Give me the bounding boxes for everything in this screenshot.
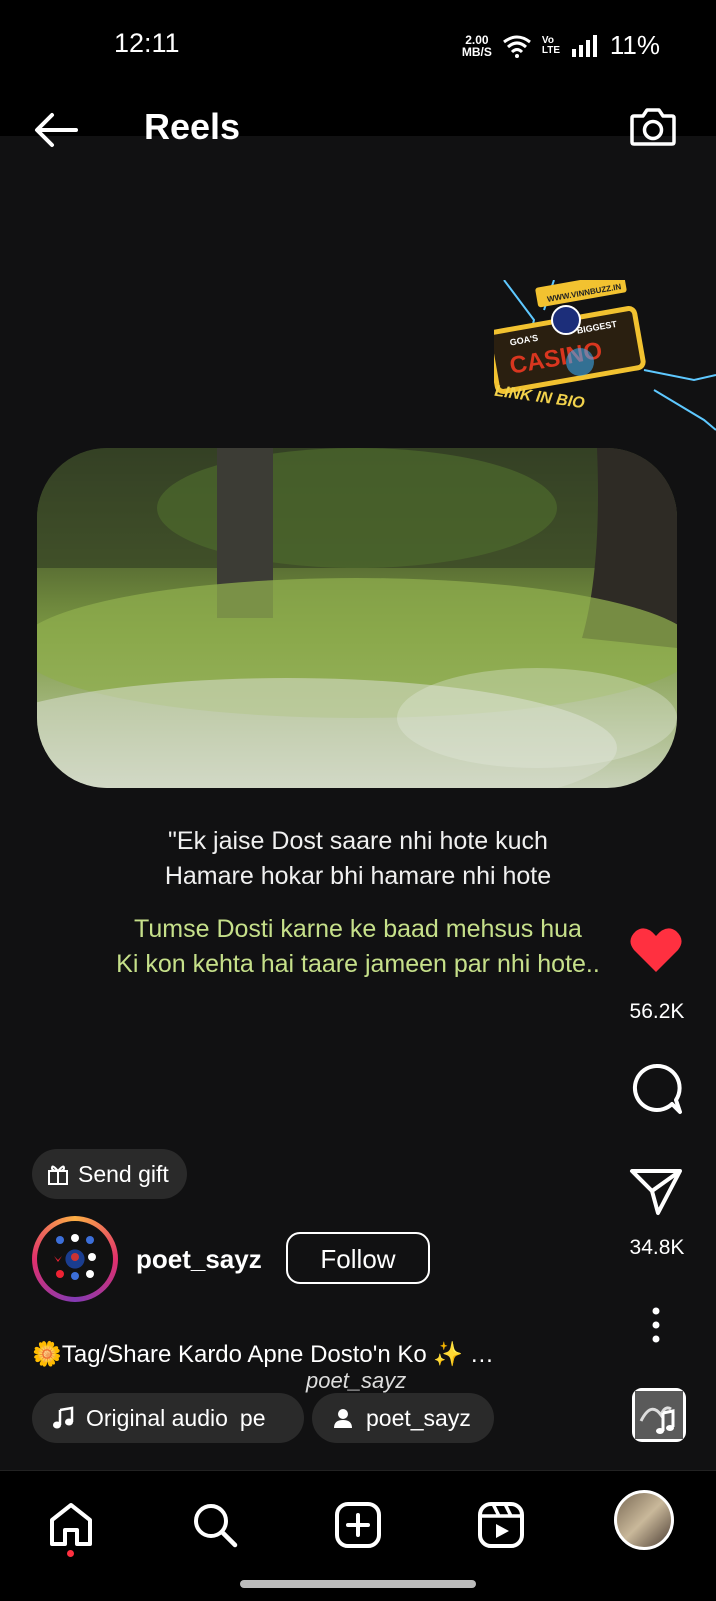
header	[0, 92, 716, 136]
person-icon	[334, 1409, 352, 1428]
signal-icon	[571, 34, 597, 57]
poem-line-2: Hamare hokar bhi hamare nhi hote	[164, 862, 552, 890]
reel-video[interactable]	[37, 448, 677, 788]
audio-user-chip[interactable]: poet_sayz	[312, 1393, 494, 1443]
casino-ad-sticker[interactable]: WWW.VINNBUZZ.IN GOA'S BIGGEST CASINO LIN…	[494, 280, 716, 440]
poem-white: "Ek jaise Dost saare nhi hote kuch Hamar…	[0, 824, 716, 894]
poem-line-4: Ki kon kehta hai taare jameen par nhi ho…	[116, 950, 600, 978]
audio-thumbnail[interactable]	[632, 1388, 686, 1442]
avatar[interactable]	[32, 1216, 118, 1302]
forest-scene-image	[37, 448, 677, 788]
username[interactable]: poet_sayz	[136, 1244, 262, 1275]
avatar-inner	[37, 1221, 113, 1297]
net-speed: 2.00 MB/S	[461, 32, 492, 59]
camera-icon[interactable]	[628, 102, 678, 152]
poem-green: Tumse Dosti karne ke baad mehsus hua Ki …	[0, 912, 716, 982]
like-count: 56.2K	[629, 1000, 685, 1023]
comment-icon[interactable]	[628, 1060, 684, 1116]
audio-trailing: pe	[239, 1404, 266, 1431]
wifi-icon	[502, 35, 531, 58]
status-time: 12:11	[114, 28, 180, 58]
poem-line-3: Tumse Dosti karne ke baad mehsus hua	[134, 915, 582, 943]
gesture-home-bar	[240, 1580, 476, 1588]
poem-line-1: "Ek jaise Dost saare nhi hote kuch	[168, 827, 548, 855]
emoji-grid-image	[54, 1234, 96, 1280]
avatar-image	[42, 1226, 108, 1292]
caption[interactable]: 🌼Tag/Share Kardo Apne Dosto'n Ko ✨ …	[32, 1340, 494, 1369]
battery-percent: 11%	[609, 30, 660, 60]
reels-icon[interactable]	[476, 1500, 526, 1550]
audio-label: Original audio	[86, 1404, 228, 1431]
back-arrow-icon[interactable]	[30, 104, 82, 156]
send-gift-label: Send gift	[78, 1160, 169, 1187]
send-gift-button[interactable]: Send gift	[32, 1149, 187, 1199]
home-notification-dot	[67, 1550, 74, 1557]
watermark-text: poet_sayz	[306, 1368, 407, 1393]
home-icon[interactable]	[46, 1500, 96, 1550]
search-icon[interactable]	[190, 1500, 240, 1550]
share-icon[interactable]	[628, 1163, 684, 1219]
more-options-icon[interactable]	[646, 1305, 666, 1345]
status-icons: 2.00 MB/S Vo LTE 11%	[462, 30, 660, 61]
original-audio-chip[interactable]: Original audio pe	[32, 1393, 304, 1443]
audio-cover-image	[635, 1391, 683, 1439]
follow-button[interactable]: Follow	[286, 1232, 430, 1284]
share-count: 34.8K	[629, 1236, 685, 1259]
page-title: Reels	[144, 106, 241, 147]
gift-icon	[48, 1165, 68, 1185]
create-post-icon[interactable]	[333, 1500, 383, 1550]
music-note-icon	[53, 1406, 74, 1429]
heart-icon[interactable]	[628, 922, 684, 978]
audio-user-label: poet_sayz	[366, 1404, 471, 1431]
profile-tab-avatar[interactable]	[614, 1490, 674, 1550]
volte-indicator: Vo LTE	[541, 34, 561, 56]
